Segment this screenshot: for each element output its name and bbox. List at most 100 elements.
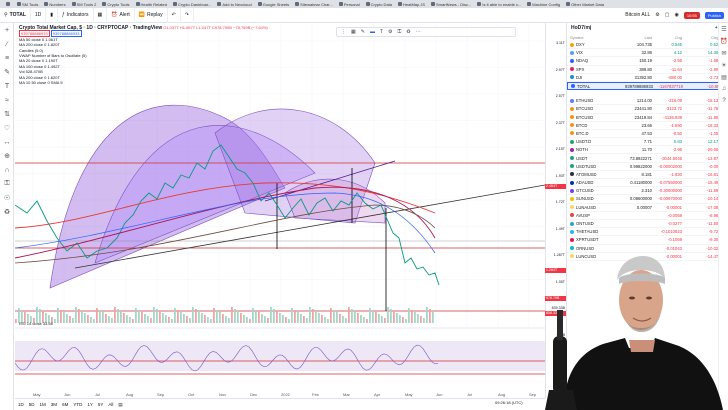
line-color-icon[interactable]: ▬ xyxy=(370,29,375,35)
chart-pane[interactable]: May Jun Jul Aug Sep Oct Nov Dec 2022 Feb Mar Apr May… xyxy=(15,23,545,401)
bookmark-item[interactable]: Crypto Dashboar... xyxy=(171,2,213,7)
range-6m[interactable]: 6M xyxy=(62,402,68,407)
watchlist-row[interactable]: VIX 32.86 4.12 14.36% xyxy=(567,49,728,58)
bookmark-item[interactable]: Personal xyxy=(337,2,362,7)
range-all[interactable]: All xyxy=(108,402,113,407)
watchlist-row[interactable]: NDAQ 150.19 -2.56 -1.68% xyxy=(567,57,728,66)
bookmark-item[interactable]: Machine Config xyxy=(525,2,562,7)
pen-icon[interactable]: ✎ xyxy=(361,29,365,35)
chat-icon[interactable]: ✉ xyxy=(719,47,728,59)
bookmark-item[interactable]: Crypto Data xyxy=(364,2,394,7)
magnet-icon[interactable]: ∩ xyxy=(0,163,14,177)
watchlist-row[interactable]: LUNAUSD 0.00007 -0.00001 -17.08% xyxy=(567,204,728,212)
trash-icon[interactable]: ♻ xyxy=(406,29,410,35)
help-icon[interactable]: ? xyxy=(719,95,728,107)
watchlist-row[interactable]: TOTAL 939789886933 -1167837719 -10.88% xyxy=(567,81,728,91)
bookmark-item[interactable]: Sitewalmar Char... xyxy=(293,2,335,7)
fullscreen-icon[interactable]: ▢ xyxy=(665,12,670,18)
bookmark-item[interactable]: Is it able to enable c... xyxy=(475,2,523,7)
bookmark-item[interactable]: HeatMap.JS xyxy=(396,2,427,7)
range-5d[interactable]: 5D xyxy=(29,402,35,407)
watchlist-row[interactable]: SPX 389.80 -11.64 -2.90% xyxy=(567,66,728,74)
watchlist-icon[interactable]: ☰ xyxy=(719,23,728,35)
bookmark-item[interactable]: Other Market Data xyxy=(564,2,606,7)
drag-handle-icon[interactable]: ⋮ xyxy=(341,29,346,35)
pattern-icon[interactable]: ≈ xyxy=(0,93,14,107)
watchlist-row[interactable]: USDT 73.8922271 -3044.8046 -13.97% xyxy=(567,154,728,163)
replay-button[interactable]: ⏪ Replay xyxy=(135,7,168,23)
bookmark-item[interactable] xyxy=(4,2,13,6)
ideas-icon[interactable]: ☀ xyxy=(719,59,728,71)
range-1m[interactable]: 1M xyxy=(40,402,46,407)
watchlist-row[interactable]: ADAUSD 0.41180000 -0.07550000 -15.49% xyxy=(567,179,728,188)
watchlist-row[interactable]: AVUSP -0.0059 -8.96% xyxy=(567,212,728,220)
watchlist-row[interactable]: USDT.D 7.71 0.83 12.17% xyxy=(567,138,728,147)
range-1y[interactable]: 1Y xyxy=(87,402,93,407)
zoom-icon[interactable]: ⊕ xyxy=(0,149,14,163)
watchlist-row[interactable]: SUNUSD 0.08600000 -0.00970000 -10.14% xyxy=(567,195,728,204)
alert-button[interactable]: ⏰ Alert xyxy=(107,7,135,23)
bookmark-item[interactable]: Add to Nexcloud xyxy=(215,2,253,7)
watchlist-row[interactable]: BTCUSD 23419.84 -3136.839 -11.86% xyxy=(567,114,728,122)
watchlist-row[interactable]: ETHUSD 1214.00 -216.09 -15.13% xyxy=(567,97,728,106)
bookmark-item[interactable]: SM Tools 2 xyxy=(70,2,99,7)
watchlist-row[interactable]: BTCD 23.66 -1.590 -18.33% xyxy=(567,122,728,130)
undo-button[interactable]: ↶ xyxy=(168,7,181,23)
lock-icon[interactable]: ⚿ xyxy=(0,177,14,191)
col-chgpct[interactable]: Chg% xyxy=(682,35,722,40)
bookmark-item[interactable]: Numbers xyxy=(42,2,67,7)
record-badge[interactable]: 10:55 xyxy=(683,11,700,19)
watchlist-row[interactable]: ATOMUSD 8.181 -1.630 -16.61% xyxy=(567,171,728,179)
template-icon[interactable]: ▦ xyxy=(351,29,356,35)
alarm-icon[interactable]: ⏰ xyxy=(719,35,728,47)
bookmark-item[interactable]: Crypto Tools xyxy=(100,2,131,7)
bookmark-item[interactable]: Health Related xyxy=(134,2,169,7)
trendline-icon[interactable]: ∕ xyxy=(0,37,14,51)
col-symbol[interactable]: Symbol xyxy=(570,35,622,40)
layout-name[interactable]: Bitcoin ALL xyxy=(625,12,650,18)
watchlist-row[interactable]: GTCUSD 2.310 -0.30000000 -11.59% xyxy=(567,187,728,196)
watchlist-row[interactable]: BTCUSD 23441.80 -3123.72 -11.76% xyxy=(567,105,728,114)
eye-icon[interactable]: ☉ xyxy=(0,191,14,205)
lock-icon[interactable]: ⚿ xyxy=(397,29,401,35)
indicator-row[interactable]: MA 10 50 close 0 SMA 5 xyxy=(19,80,268,85)
more-icon[interactable]: ⋯ xyxy=(416,29,421,35)
interval-button[interactable]: 1D xyxy=(31,7,47,23)
brush-icon[interactable]: ✎ xyxy=(0,65,14,79)
col-chg[interactable]: Chg xyxy=(652,35,682,40)
bookmark-item[interactable]: SmartNews - Disc... xyxy=(429,2,473,7)
redo-button[interactable]: ↷ xyxy=(181,7,194,23)
watchlist-row[interactable]: NOTH 11.70 -2.96 -20.06% xyxy=(567,146,728,155)
ruler-icon[interactable]: ↔ xyxy=(0,135,14,149)
indicators-button[interactable]: ƒ Indicators xyxy=(58,7,94,23)
chart-type-button[interactable]: ▮ xyxy=(46,7,59,23)
watchlist-row[interactable]: ONTUSD -0.0277 -11.50% xyxy=(567,220,728,229)
range-ytd[interactable]: YTD xyxy=(73,402,82,407)
text-icon[interactable]: T xyxy=(0,79,14,93)
range-3m[interactable]: 3M xyxy=(51,402,57,407)
col-last[interactable]: Last xyxy=(622,35,652,40)
crosshair-icon[interactable]: + xyxy=(0,23,14,37)
notifications-icon[interactable]: ♫ xyxy=(719,83,728,95)
settings-icon[interactable]: ⚙ xyxy=(388,29,392,35)
trash-icon[interactable]: ♻ xyxy=(0,205,14,219)
range-5y[interactable]: 5Y xyxy=(98,402,104,407)
forecast-icon[interactable]: ⇅ xyxy=(0,107,14,121)
settings-icon[interactable]: ⚙ xyxy=(655,12,659,18)
calendar-icon[interactable]: ▤ xyxy=(719,71,728,83)
watchlist-row[interactable]: THETAUSD -0.1010823 -9.72% xyxy=(567,228,728,237)
camera-icon[interactable]: ◉ xyxy=(674,12,678,18)
text-color-icon[interactable]: T xyxy=(380,29,383,35)
calendar-icon[interactable]: ▤ xyxy=(118,402,122,408)
templates-button[interactable]: ▦ xyxy=(94,7,108,23)
watchlist-row[interactable]: BTC.D 47.53 -0.50 -1.05% xyxy=(567,130,728,139)
symbol-search[interactable]: ⚲ TOTAL xyxy=(0,7,31,23)
watchlist-row[interactable]: USDTUSD 0.99822000 -0.00002000 -0.00% xyxy=(567,163,728,171)
shapes-icon[interactable]: ♡ xyxy=(0,121,14,135)
bookmark-item[interactable]: SM Tools xyxy=(15,2,40,7)
fib-icon[interactable]: ≡ xyxy=(0,51,14,65)
publish-button[interactable]: Publish xyxy=(704,11,724,19)
watchlist-row[interactable]: DXY 104.735 0.545 0.52% xyxy=(567,41,728,50)
watchlist-title[interactable]: HoD7/mj xyxy=(571,25,591,31)
bookmark-item[interactable]: Google Sheets xyxy=(256,2,291,7)
